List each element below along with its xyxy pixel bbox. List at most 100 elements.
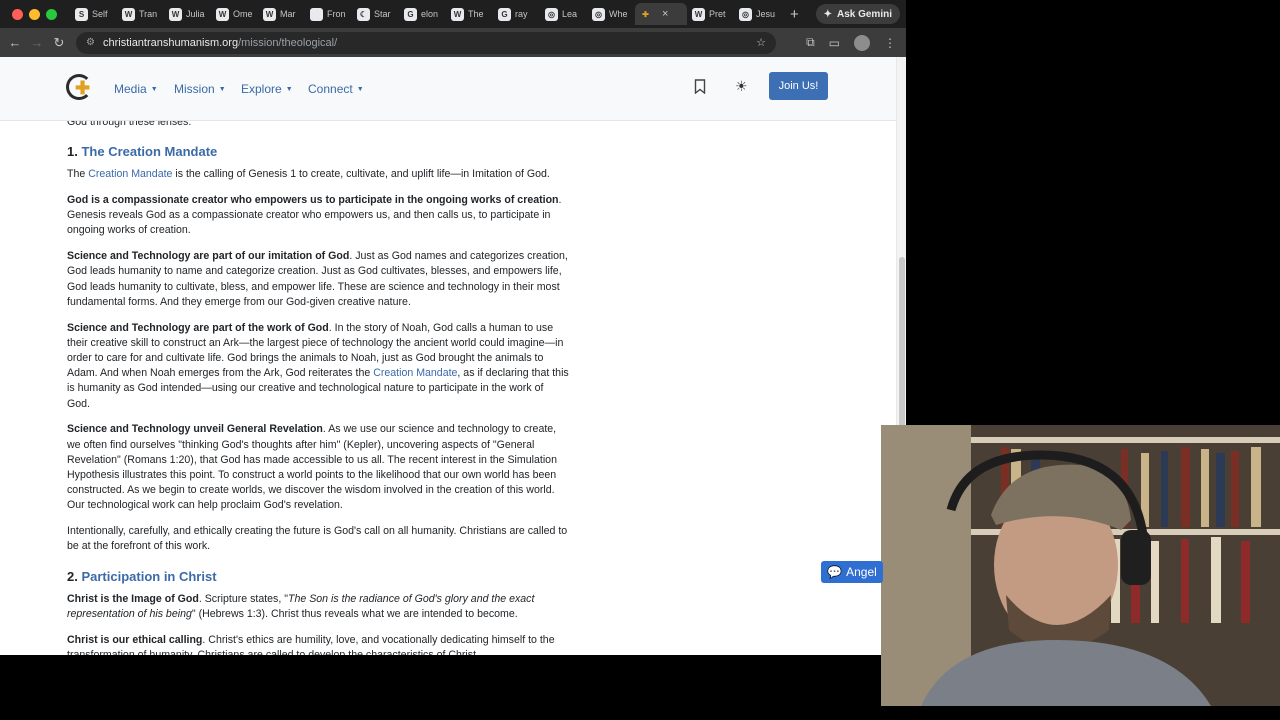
section-heading-2: 2. Participation in Christ xyxy=(67,569,569,585)
bookmark-icon[interactable] xyxy=(694,79,706,94)
nav-media-label: Media xyxy=(114,82,147,96)
browser-tab[interactable]: S Self xyxy=(71,3,117,25)
tab-label: Ome xyxy=(233,9,253,19)
browser-tab[interactable]: W Ome xyxy=(212,3,258,25)
menu-icon[interactable]: ⋮ xyxy=(884,36,896,50)
tab-label: Lea xyxy=(562,9,578,19)
tab-label: Star xyxy=(374,9,391,19)
tab-label: Julia xyxy=(186,9,205,19)
nav-explore[interactable]: Explore ▼ xyxy=(241,82,293,96)
bold-lead: Christ is the Image of God xyxy=(67,592,199,605)
chevron-down-icon: ▼ xyxy=(150,86,158,94)
chevron-down-icon: ▼ xyxy=(285,86,293,94)
webcam-overlay xyxy=(881,425,1280,706)
forward-arrow-icon[interactable]: → xyxy=(26,35,48,50)
nav-connect[interactable]: Connect ▼ xyxy=(308,82,364,96)
profile-avatar[interactable] xyxy=(854,34,870,51)
section-link-participation[interactable]: Participation in Christ xyxy=(81,569,216,584)
browser-tab[interactable]: W Tran xyxy=(118,3,164,25)
tab-favicon-icon: S xyxy=(75,7,88,21)
bold-lead: God is a compassionate creator who empow… xyxy=(67,194,559,206)
browser-tab[interactable]: ◎ Jesu xyxy=(735,3,781,25)
toolbar-actions: ⧉ ▭ ⋮ xyxy=(806,34,896,51)
nav-explore-label: Explore xyxy=(241,82,282,96)
bold-lead: Christ is our ethical calling xyxy=(67,633,203,646)
tab-favicon-icon: G xyxy=(404,7,417,21)
nav-connect-label: Connect xyxy=(308,82,353,96)
tab-label: Fron xyxy=(327,9,346,19)
browser-tab[interactable]: ◎ Lea xyxy=(541,3,587,25)
bold-lead: Science and Technology unveil General Re… xyxy=(67,423,323,436)
back-arrow-icon[interactable]: ← xyxy=(4,35,26,50)
reload-icon[interactable]: ↻ xyxy=(48,35,70,51)
chevron-down-icon: ▼ xyxy=(356,86,364,94)
tab-label: Whe xyxy=(609,9,628,19)
tab-favicon-icon: W xyxy=(692,7,705,21)
browser-tab[interactable]: Fron xyxy=(306,3,352,25)
browser-tab[interactable]: Gray xyxy=(494,3,540,25)
browser-tab[interactable]: Gelon xyxy=(400,3,446,25)
browser-tab[interactable]: W Julia xyxy=(165,3,211,25)
section-heading-1: 1. The Creation Mandate xyxy=(67,144,569,160)
address-bar[interactable]: ⚙ christiantranshumanism.org/mission/the… xyxy=(76,31,776,54)
tab-favicon-icon: ☾ xyxy=(357,7,370,21)
paragraph: Science and Technology are part of the w… xyxy=(67,321,569,412)
url-host: christiantranshumanism.org xyxy=(102,36,239,49)
tab-label: elon xyxy=(421,9,439,19)
tab-bar: S Self W Tran W Julia W Ome W Mar Fron ☾ Star Gelon W T… xyxy=(0,0,906,28)
new-tab-button[interactable]: + xyxy=(790,6,799,23)
url-path: /mission/theological/ xyxy=(238,36,338,49)
browser-tab[interactable]: W Pret xyxy=(688,3,734,25)
section-link-creation-mandate[interactable]: The Creation Mandate xyxy=(81,144,217,159)
browser-tab[interactable]: ◎ Whe xyxy=(588,3,634,25)
browser-window: S Self W Tran W Julia W Ome W Mar Fron ☾ Star Gelon W T… xyxy=(0,0,906,655)
browser-tab[interactable]: W Mar xyxy=(259,3,305,25)
paragraph: God is a compassionate creator who empow… xyxy=(67,193,569,239)
tab-favicon-icon: W xyxy=(216,7,229,21)
extensions-icon[interactable]: ⧉ xyxy=(806,35,815,50)
bold-lead: Science and Technology are part of the w… xyxy=(67,321,329,334)
browser-toolbar: ← → ↻ ⚙ christiantranshumanism.org/missi… xyxy=(0,28,906,57)
tab-label: Tran xyxy=(139,9,158,19)
maximize-window-button[interactable] xyxy=(46,8,57,20)
bookmark-star-icon[interactable]: ☆ xyxy=(756,36,766,49)
join-us-button[interactable]: Join Us! xyxy=(769,72,828,100)
nav-mission[interactable]: Mission ▼ xyxy=(174,82,226,96)
window-controls xyxy=(12,8,57,20)
text: . As we use our science and technology t… xyxy=(67,423,557,512)
chevron-down-icon: ▼ xyxy=(218,86,226,94)
paragraph: Science and Technology are part of our i… xyxy=(67,249,569,310)
tab-label: Self xyxy=(92,9,108,19)
angel-label: Angel xyxy=(846,565,877,579)
ask-gemini-button[interactable]: ✦ Ask Gemini xyxy=(815,4,900,24)
nav-mission-label: Mission xyxy=(174,82,215,96)
browser-tab[interactable]: W The xyxy=(447,3,493,25)
tab-favicon-icon: W xyxy=(169,7,182,21)
tab-strip: S Self W Tran W Julia W Ome W Mar Fron ☾ Star Gelon W T… xyxy=(71,3,782,25)
screen: S Self W Tran W Julia W Ome W Mar Fron ☾ Star Gelon W T… xyxy=(0,0,1280,720)
site-info-icon[interactable]: ⚙ xyxy=(86,37,95,48)
tab-label: ray xyxy=(515,9,528,19)
tab-favicon-icon: ◎ xyxy=(592,7,605,21)
paragraph: Christ is the Image of God. Scripture st… xyxy=(67,592,569,622)
theme-toggle-icon[interactable]: ☀ xyxy=(735,78,748,95)
nav-media[interactable]: Media ▼ xyxy=(114,82,158,96)
close-window-button[interactable] xyxy=(12,8,23,20)
browser-tab[interactable]: ☾ Star xyxy=(353,3,399,25)
text: The xyxy=(67,168,89,181)
logo-cross-icon: ✚ xyxy=(75,78,91,98)
paragraph: Science and Technology unveil General Re… xyxy=(67,422,569,513)
tab-favicon-icon: W xyxy=(263,7,276,21)
article-body: God through these lenses: 1. The Creatio… xyxy=(67,115,569,655)
creation-mandate-link[interactable]: Creation Mandate xyxy=(373,367,457,379)
tab-close-icon[interactable]: × xyxy=(662,8,668,20)
text: is the calling of Genesis 1 to create, c… xyxy=(172,168,550,181)
tab-favicon-icon: ◎ xyxy=(739,7,752,21)
paragraph: Intentionally, carefully, and ethically … xyxy=(67,525,568,553)
browser-tab[interactable]: ✚ × xyxy=(635,3,687,25)
tab-label: Mar xyxy=(280,9,296,19)
cast-icon[interactable]: ▭ xyxy=(829,36,840,50)
creation-mandate-link[interactable]: Creation Mandate xyxy=(88,168,172,180)
minimize-window-button[interactable] xyxy=(29,8,40,20)
angel-chat-button[interactable]: 💬 Angel xyxy=(821,561,883,583)
